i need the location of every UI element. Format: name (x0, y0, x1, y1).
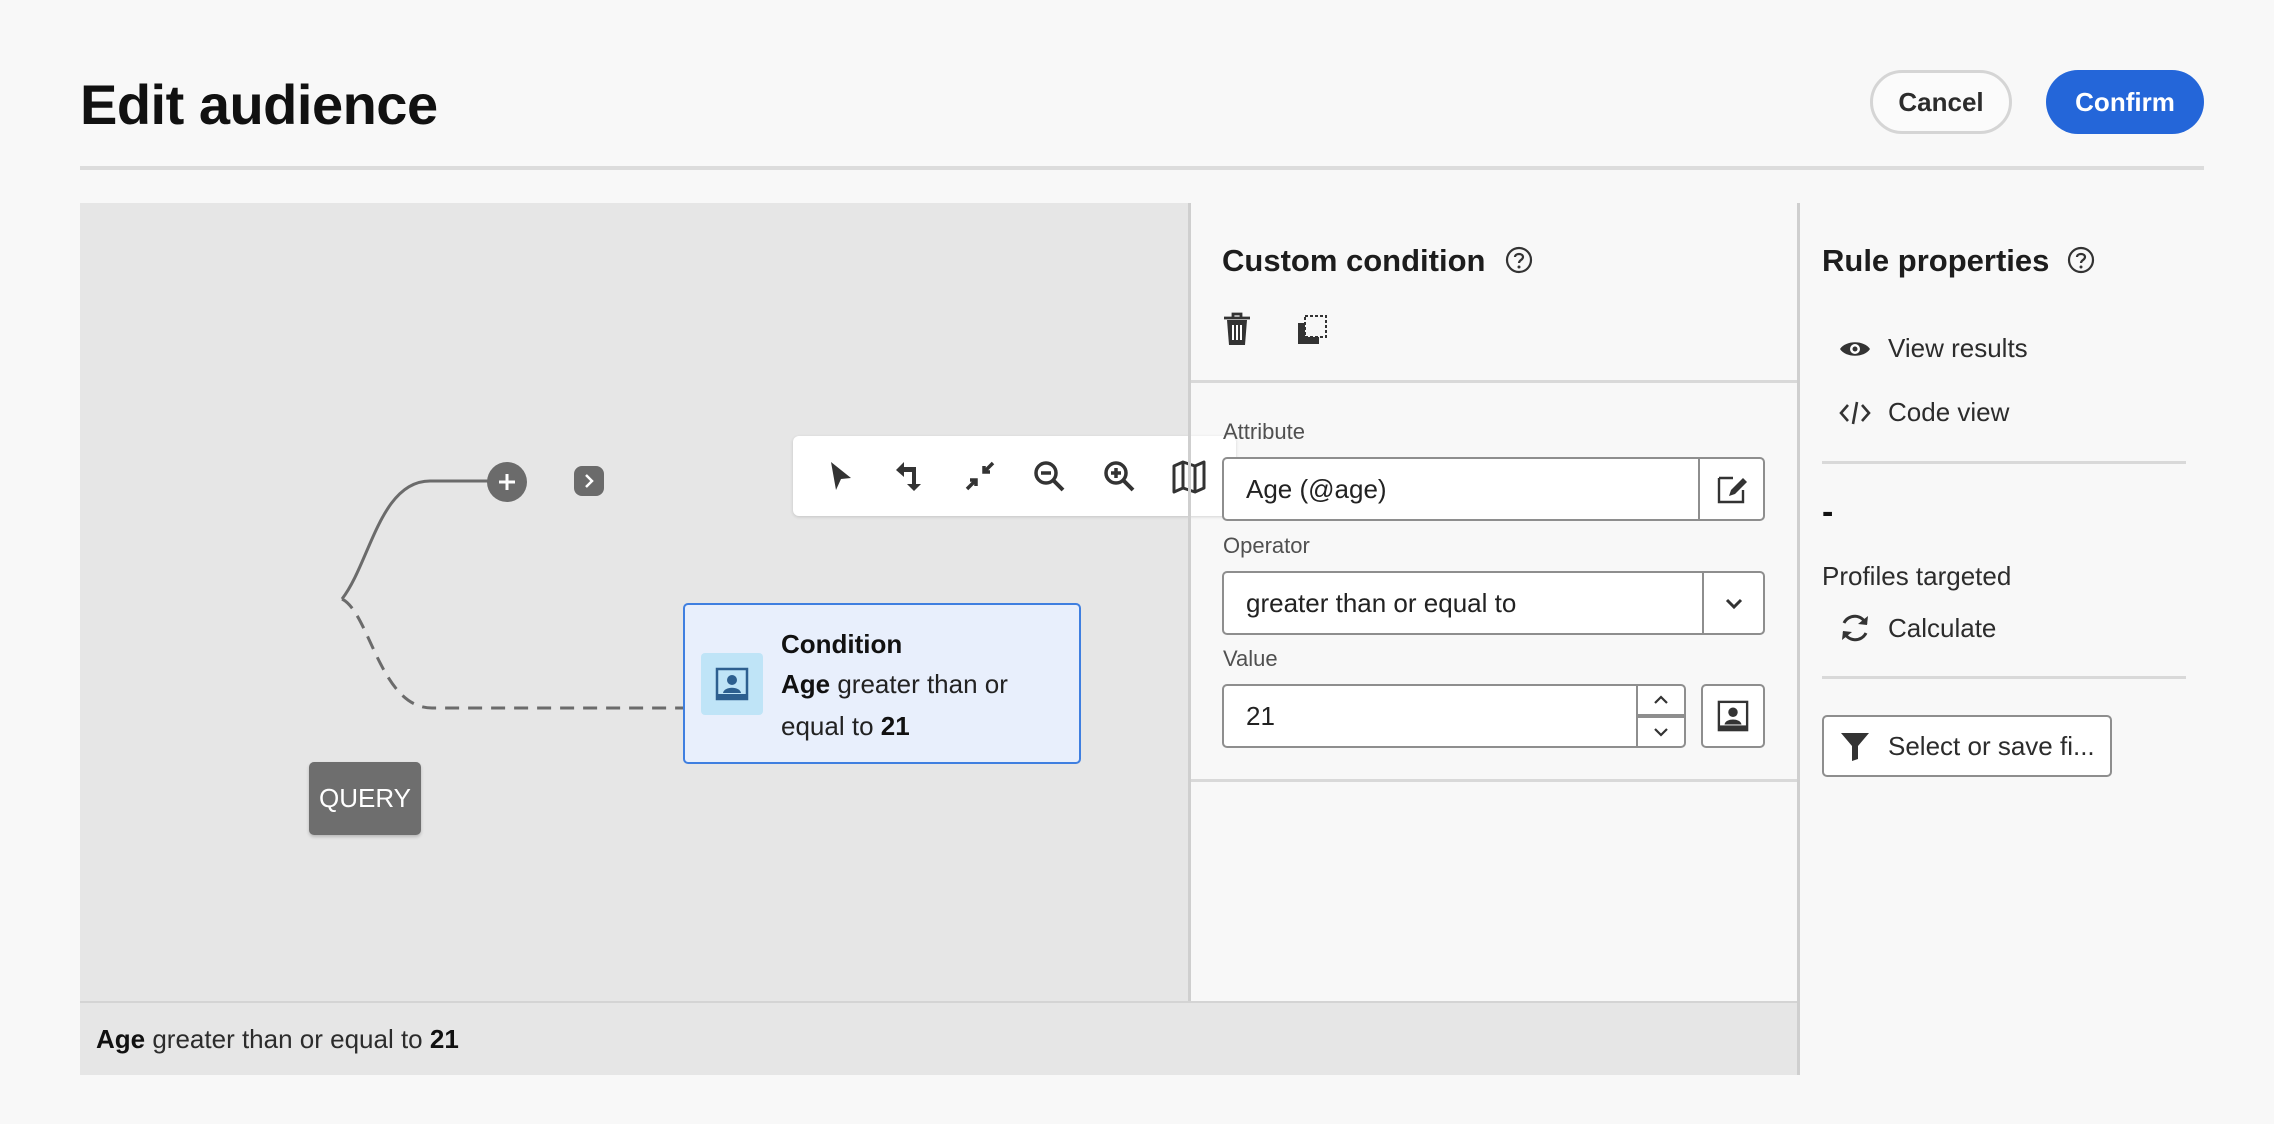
operator-label: Operator (1223, 533, 1310, 558)
calculate-button[interactable]: Calculate (1838, 611, 1996, 645)
cancel-button[interactable]: Cancel (1870, 70, 2012, 134)
page-title: Edit audience (80, 73, 438, 136)
operator-dropdown-button[interactable] (1702, 571, 1765, 635)
undo-icon[interactable] (884, 450, 936, 502)
help-icon[interactable] (1504, 245, 1534, 275)
value-label: Value (1223, 646, 1278, 671)
panel-divider (1822, 676, 2186, 679)
add-node-button[interactable] (486, 461, 528, 503)
query-node[interactable]: QUERY (309, 762, 421, 835)
profile-icon (701, 653, 763, 715)
condition-node[interactable]: Condition Age greater than or equal to 2… (683, 603, 1081, 764)
panel-divider (1191, 380, 1797, 383)
chevron-right-icon (574, 466, 604, 496)
refresh-icon (1842, 614, 1868, 642)
edit-attribute-button[interactable] (1698, 457, 1765, 521)
collapse-icon[interactable] (954, 450, 1006, 502)
decrement-button[interactable] (1636, 716, 1686, 748)
chevron-up-icon (1654, 695, 1668, 704)
help-icon[interactable] (2066, 245, 2096, 275)
rule-properties-panel: Rule properties View results Code view -… (1797, 203, 2274, 1075)
profiles-targeted-label: Profiles targeted (1822, 561, 2012, 591)
select-or-save-filter-button[interactable]: Select or save fi... (1822, 715, 2112, 777)
zoom-out-icon[interactable] (1023, 450, 1075, 502)
profiles-count: - (1822, 493, 1834, 531)
attribute-label: Attribute (1223, 419, 1305, 444)
profile-icon (1717, 700, 1749, 732)
chevron-down-icon (1654, 728, 1668, 737)
panel-divider (1822, 461, 2186, 464)
view-results-link[interactable]: View results (1838, 333, 2028, 364)
rule-properties-title: Rule properties (1822, 243, 2050, 278)
filter-icon (1841, 733, 1869, 761)
edit-icon (1717, 476, 1747, 504)
attribute-field[interactable]: Age (@age) (1222, 457, 1700, 521)
zoom-in-icon[interactable] (1093, 450, 1145, 502)
increment-button[interactable] (1636, 684, 1686, 716)
value-input[interactable]: 21 (1222, 684, 1638, 748)
eye-icon (1840, 341, 1870, 356)
custom-condition-title: Custom condition (1222, 243, 1486, 278)
canvas-toolbar (793, 436, 1236, 516)
header-divider (80, 166, 2204, 170)
code-view-link[interactable]: Code view (1838, 397, 2009, 428)
operator-select[interactable]: greater than or equal to (1222, 571, 1704, 635)
panel-divider (1191, 779, 1797, 782)
condition-title: Condition (781, 629, 903, 659)
select-icon[interactable] (814, 450, 866, 502)
custom-condition-panel: Custom condition Attribute Age (@age) Op… (1191, 203, 1797, 1001)
chevron-down-icon (1725, 598, 1742, 610)
workflow-canvas[interactable]: QUERY Condition Age greater than or equa… (80, 203, 1236, 1001)
duplicate-icon[interactable] (1295, 313, 1329, 347)
delete-icon[interactable] (1221, 311, 1253, 347)
connector-lines (340, 479, 849, 758)
query-summary: Age greater than or equal to 21 (80, 1001, 1798, 1075)
confirm-button[interactable]: Confirm (2046, 70, 2204, 134)
condition-description: Age greater than or equal to 21 (781, 669, 1008, 741)
personalization-button[interactable] (1701, 684, 1765, 748)
code-icon (1839, 401, 1871, 424)
